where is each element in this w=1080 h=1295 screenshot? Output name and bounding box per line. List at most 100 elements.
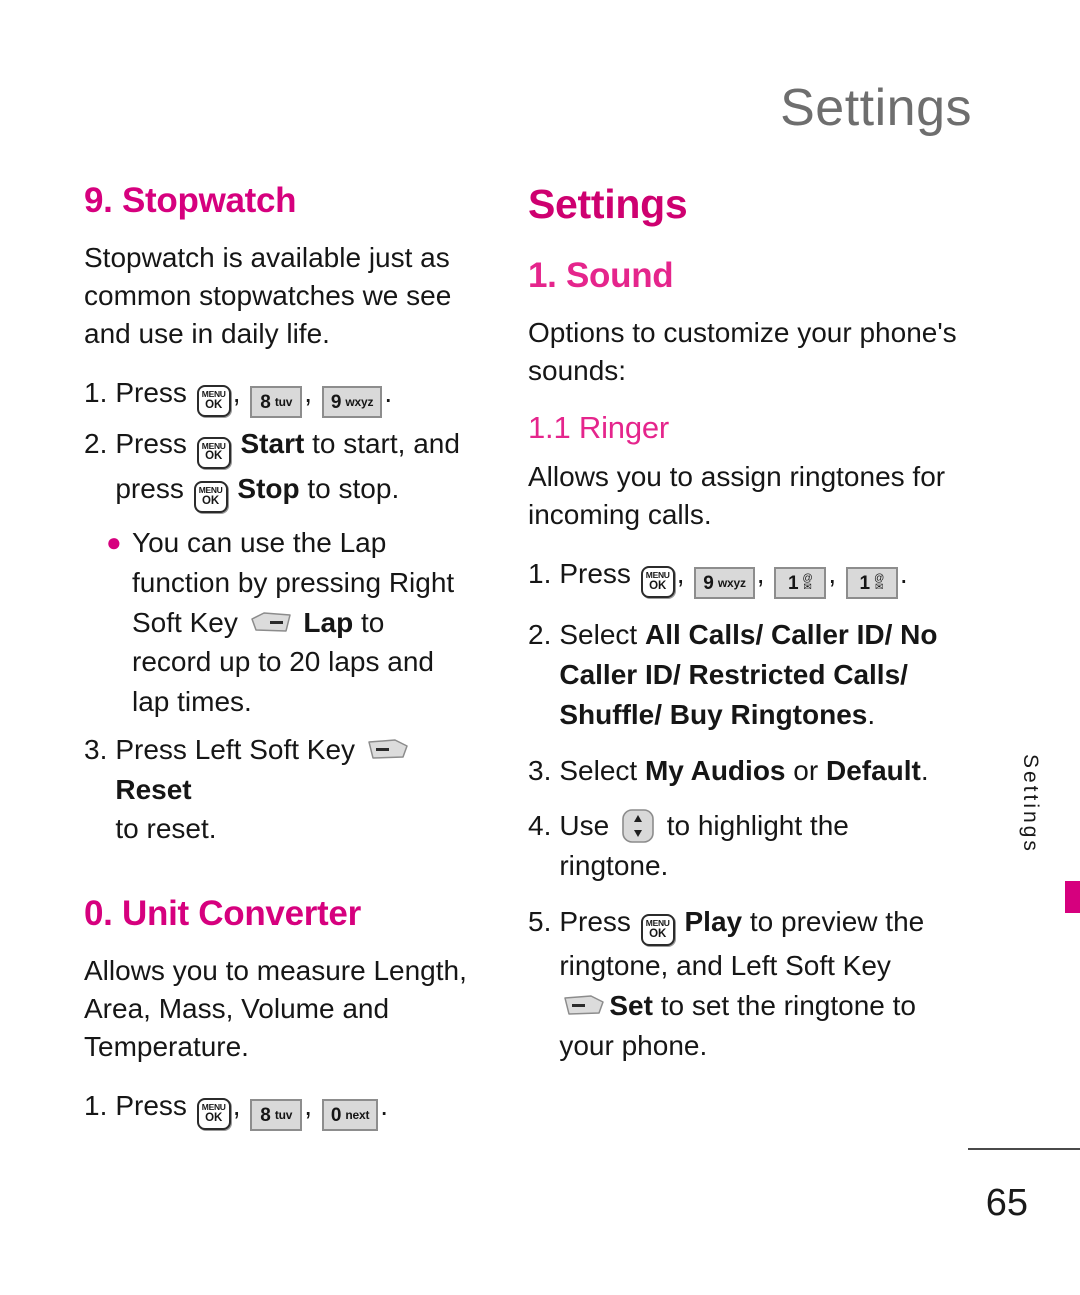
comma: , [232,376,241,408]
press-label: Press [559,557,631,589]
key-1-glyph-stack: @ ✉ [874,574,884,593]
menu-ok-key-icon[interactable]: MENU OK [193,481,228,514]
ringer-options-line-3: Shuffle/ Buy Ringtones [559,698,868,730]
key-1-icon[interactable]: 1 @ ✉ [845,567,898,600]
period: . [384,376,393,408]
stopwatch-step-1: 1. Press MENU OK , 8 tuv , 9 wxyz . [84,373,484,419]
page-columns: 9. Stopwatch Stopwatch is available just… [84,181,984,1137]
key-9-icon[interactable]: 9 wxyz [321,386,383,419]
step4-line-2: ringtone. [559,850,669,882]
stop-softkey-label: Stop [237,472,300,504]
reset-softkey-label: Reset [115,773,192,805]
ringer-step-3: 3. Select My Audios or Default. [528,751,980,791]
menu-ok-key-icon[interactable]: MENU OK [640,566,675,599]
period: . [380,1089,389,1121]
stopwatch-title: 9. Stopwatch [84,181,297,220]
select-label: Select [559,619,638,651]
step-text: Press MENU OK , 8 tuv , 0 next . [115,1086,484,1132]
step-text: Select All Calls/ Caller ID/ No Caller I… [559,615,980,734]
ringer-intro: Allows you to assign ringtones for incom… [528,460,946,530]
lap-softkey-label: Lap [303,606,354,638]
left-soft-key-icon[interactable] [563,993,605,1019]
play-softkey-label: Play [684,905,743,937]
comma: , [232,1089,241,1121]
left-soft-key-icon[interactable] [367,737,409,763]
bullet-line-3-pre: Soft Key [132,606,238,638]
ringer-title: 1.1 Ringer [528,409,670,445]
option-my-audios: My Audios [644,754,786,786]
side-tab: Settings [980,742,1080,913]
menu-ok-key-icon[interactable]: MENU OK [196,385,231,418]
press-label-2: press [115,472,184,504]
step4-tail: to highlight the [666,810,849,842]
sound-intro: Options to customize your phone's sounds… [528,316,957,386]
start-tail: to start, and [312,428,460,460]
bullet-line-1: You can use the Lap [132,527,387,559]
menu-ok-line2: OK [649,579,667,592]
menu-ok-key-icon[interactable]: MENU OK [640,914,675,947]
unit-converter-step-1: 1. Press MENU OK , 8 tuv , 0 next . [84,1086,484,1132]
key-9-icon[interactable]: 9 wxyz [694,567,755,600]
key-digit: 9 [703,572,714,594]
step5-line-2: ringtone, and Left Soft Key [559,950,891,982]
use-label: Use [559,810,610,842]
menu-ok-line1: MENU [201,389,226,400]
step-number: 2. [528,619,552,651]
menu-ok-line2: OK [201,494,220,507]
step-number: 3. [528,754,552,786]
up-down-navigation-key-icon[interactable] [620,808,656,844]
footer-divider [968,1148,1080,1150]
unit-converter-title: 0. Unit Converter [84,894,361,934]
key-digit: 0 [330,1104,342,1126]
step-number: 4. [528,810,552,842]
comma: , [676,557,685,589]
key-0-icon[interactable]: 0 next [321,1099,379,1132]
menu-ok-line1: MENU [198,485,223,496]
key-1-glyph-stack: @ ✉ [803,574,813,593]
side-tab-color-block [1065,881,1080,913]
press-label: Press [559,905,631,937]
play-tail: to preview the [749,905,925,937]
bullet-line-4: record up to 20 laps and [132,646,434,678]
key-1-icon[interactable]: 1 @ ✉ [774,567,827,600]
step-text: Use to highlight the ringtone. [559,806,980,886]
comma: , [304,1089,313,1121]
key-digit: 8 [260,1104,271,1126]
step5-line-4: your phone. [559,1029,708,1061]
unit-converter-intro: Allows you to measure Length, Area, Mass… [84,954,467,1062]
start-softkey-label: Start [240,428,305,460]
key-digit: 1 [859,572,871,594]
step-text: Press MENU OK , 9 wxyz , 1 @ ✉ , 1 @ ✉ . [559,554,980,600]
right-column: Settings 1. Sound Options to customize y… [528,181,980,1137]
menu-ok-line2: OK [649,927,667,940]
right-soft-key-icon[interactable] [250,610,292,636]
ringer-options-line-1: All Calls/ Caller ID/ No [644,619,938,651]
side-tab-label: Settings [1019,754,1042,854]
key-8-icon[interactable]: 8 tuv [250,386,303,419]
menu-ok-key-icon[interactable]: MENU OK [196,1098,231,1131]
step-text: Press Left Soft Key Reset to reset. [115,730,484,849]
key-digit: 1 [787,572,799,594]
key-8-icon[interactable]: 8 tuv [250,1099,303,1132]
stop-tail: to stop. [307,472,400,504]
step-number: 3. [84,733,108,765]
ringer-step-1: 1. Press MENU OK , 9 wxyz , 1 @ ✉ , 1 @ … [528,554,980,600]
stopwatch-intro: Stopwatch is available just as common st… [84,241,452,349]
page-number: 65 [985,1182,1028,1224]
menu-ok-line1: MENU [201,1102,226,1113]
menu-ok-key-icon[interactable]: MENU OK [196,436,231,469]
press-label: Press [115,376,187,408]
press-label: Press [115,428,187,460]
step-number: 1. [84,376,108,408]
select-label: Select [559,754,638,786]
bullet-text: You can use the Lap function by pressing… [132,523,454,722]
left-column: 9. Stopwatch Stopwatch is available just… [84,181,484,1137]
stopwatch-lap-bullet: ● You can use the Lap function by pressi… [106,523,484,722]
period: . [867,698,876,730]
step-number: 1. [84,1089,108,1121]
reset-pre: Press Left Soft Key [115,733,356,765]
key-digit: 8 [260,391,271,413]
set-tail: to set the ringtone to [660,990,916,1022]
